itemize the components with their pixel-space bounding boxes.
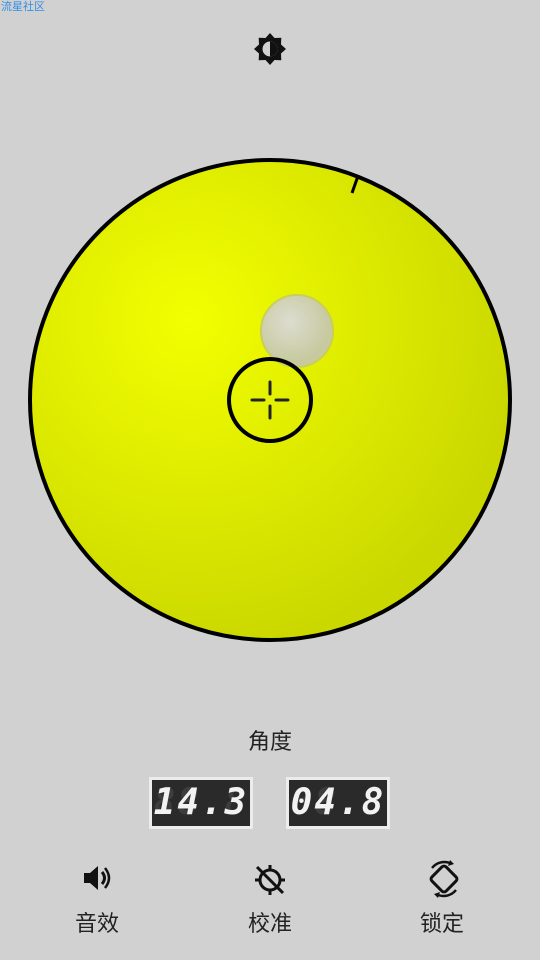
speaker-icon [84, 866, 111, 890]
sound-label: 音效 [74, 912, 119, 937]
screen-rotation-lock-icon [429, 860, 459, 898]
bubble-level [28, 158, 512, 642]
sound-button[interactable]: 音效 [42, 858, 152, 944]
level-bubble [260, 294, 334, 368]
level-dial [28, 158, 512, 642]
calibrate-button[interactable]: 校准 [215, 858, 325, 944]
calibrate-label: 校准 [247, 912, 292, 937]
calibrate-icon [255, 865, 285, 895]
angle-y-display: 88.8 04.8 [286, 777, 390, 829]
rotation-lock-button[interactable]: 锁定 [387, 858, 497, 944]
angle-x-display: 88.8 14.3 [149, 777, 253, 829]
angle-label: 角度 [247, 730, 292, 755]
lock-label: 锁定 [419, 912, 464, 937]
angle-x-value: 14.3 [153, 782, 249, 823]
angle-y-value: 04.8 [290, 782, 386, 823]
